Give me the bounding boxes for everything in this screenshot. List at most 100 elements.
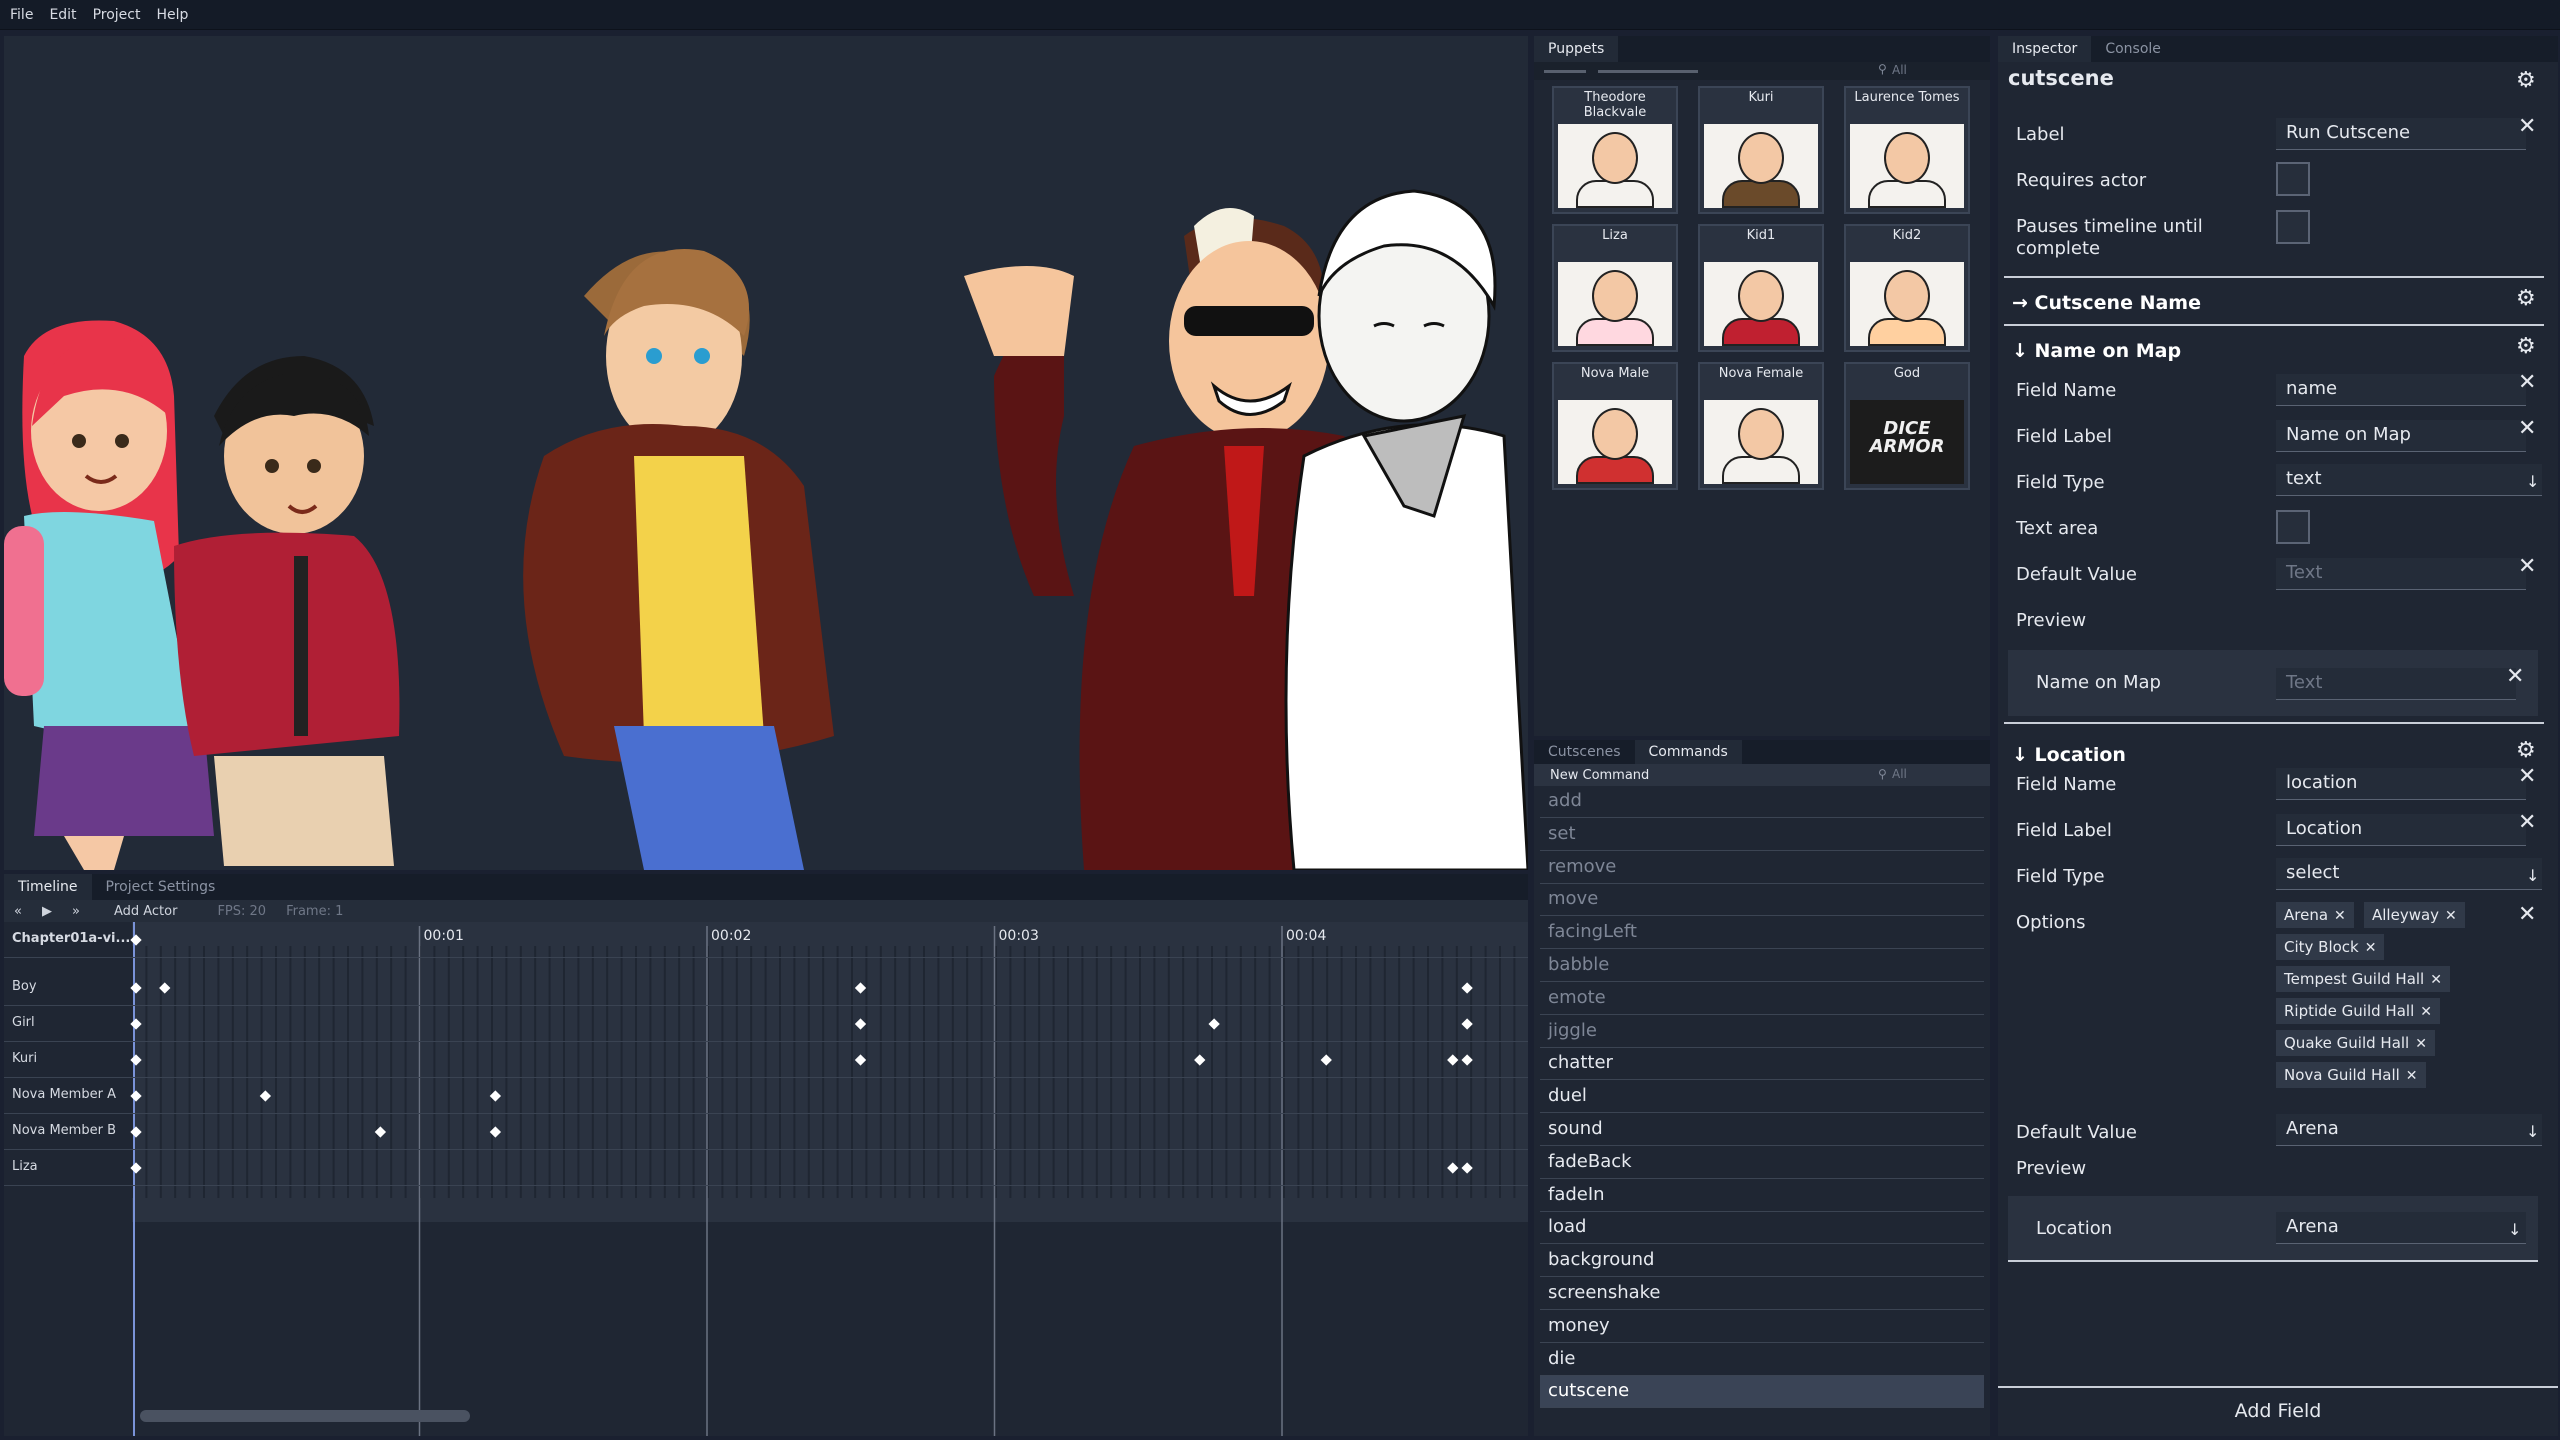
command-item[interactable]: jiggle — [1540, 1016, 1984, 1048]
remove-option-icon[interactable]: ✕ — [2420, 1004, 2432, 1020]
command-item[interactable]: duel — [1540, 1081, 1984, 1114]
puppet-search-input[interactable]: All — [1892, 63, 1907, 77]
location-section[interactable]: ↓ Location ⚙ — [2004, 722, 2544, 768]
command-item[interactable]: sound — [1540, 1114, 1984, 1146]
command-item[interactable]: money — [1540, 1311, 1984, 1343]
location-default-select[interactable]: Arena — [2276, 1114, 2542, 1146]
remove-option-icon[interactable]: ✕ — [2406, 1068, 2418, 1084]
gear-icon[interactable]: ⚙ — [2516, 738, 2536, 763]
tab-cutscenes[interactable]: Cutscenes — [1534, 740, 1635, 764]
puppet-card[interactable]: Nova Male — [1552, 362, 1678, 490]
zoom-slider-track[interactable] — [1544, 70, 1586, 73]
menu-help[interactable]: Help — [156, 7, 188, 23]
timeline-row[interactable]: Chapter01a-vi... — [4, 922, 1528, 958]
command-item[interactable]: cutscene — [1540, 1376, 1984, 1409]
tab-timeline[interactable]: Timeline — [4, 874, 92, 900]
pauses-timeline-checkbox[interactable] — [2276, 210, 2310, 244]
tab-project-settings[interactable]: Project Settings — [92, 874, 230, 900]
option-chip[interactable]: Quake Guild Hall ✕ — [2276, 1030, 2435, 1056]
tab-commands[interactable]: Commands — [1634, 740, 1742, 764]
timeline-grid[interactable]: 00:01 00:02 00:03 00:04 Chapter01a-vi... Boy… — [4, 922, 1528, 1436]
command-item[interactable]: die — [1540, 1344, 1984, 1376]
timeline-row[interactable]: Kuri — [4, 1042, 1528, 1078]
remove-option-icon[interactable]: ✕ — [2334, 908, 2346, 924]
option-chip[interactable]: Nova Guild Hall ✕ — [2276, 1062, 2426, 1088]
timeline-row[interactable]: Nova Member A — [4, 1078, 1528, 1114]
option-chip[interactable]: City Block ✕ — [2276, 934, 2385, 960]
location-preview-select[interactable]: Arena — [2276, 1212, 2526, 1244]
command-item[interactable]: load — [1540, 1212, 1984, 1245]
menu-project[interactable]: Project — [93, 7, 141, 23]
puppet-card[interactable]: Kuri — [1698, 86, 1824, 214]
field-label-input[interactable]: Name on Map — [2276, 420, 2526, 452]
gear-icon[interactable]: ⚙ — [2516, 68, 2536, 93]
option-chip[interactable]: Tempest Guild Hall ✕ — [2276, 966, 2450, 992]
forward-button[interactable]: » — [62, 904, 90, 919]
clear-default-value-icon[interactable]: ✕ — [2518, 554, 2536, 579]
location-field-label-input[interactable]: Location — [2276, 814, 2526, 846]
command-item[interactable]: move — [1540, 884, 1984, 917]
stage-viewport[interactable] — [4, 36, 1528, 870]
size-slider-track[interactable] — [1598, 70, 1698, 73]
command-item[interactable]: screenshake — [1540, 1278, 1984, 1310]
cutscene-name-section[interactable]: → Cutscene Name ⚙ — [2004, 276, 2544, 322]
clear-label-icon[interactable]: ✕ — [2518, 114, 2536, 139]
puppet-card[interactable]: Liza — [1552, 224, 1678, 352]
clear-location-name-icon[interactable]: ✕ — [2518, 764, 2536, 789]
remove-option-icon[interactable]: ✕ — [2445, 908, 2457, 924]
command-search-input[interactable]: All — [1892, 767, 1907, 781]
menu-file[interactable]: File — [10, 7, 33, 23]
command-item[interactable]: remove — [1540, 852, 1984, 884]
field-type-select[interactable]: text — [2276, 464, 2542, 496]
rewind-button[interactable]: « — [4, 904, 32, 919]
chevron-down-icon[interactable]: ↓ — [2508, 1220, 2521, 1239]
add-actor-button[interactable]: Add Actor — [104, 904, 188, 919]
command-item[interactable]: chatter — [1540, 1048, 1984, 1081]
menu-edit[interactable]: Edit — [49, 7, 76, 23]
puppet-card[interactable]: God DICE ARMOR — [1844, 362, 1970, 490]
gear-icon[interactable]: ⚙ — [2516, 334, 2536, 359]
new-command-button[interactable]: New Command — [1534, 768, 1649, 783]
command-item[interactable]: fadeIn — [1540, 1180, 1984, 1212]
preview-input[interactable]: Text — [2276, 668, 2516, 700]
clear-options-icon[interactable]: ✕ — [2518, 902, 2536, 927]
laurence-character[interactable] — [1284, 189, 1528, 870]
puppet-card[interactable]: Nova Female — [1698, 362, 1824, 490]
clear-preview-icon[interactable]: ✕ — [2506, 664, 2524, 689]
chevron-down-icon[interactable]: ↓ — [2526, 866, 2539, 885]
location-field-type-select[interactable]: select — [2276, 858, 2542, 890]
command-item[interactable]: babble — [1540, 950, 1984, 982]
text-area-checkbox[interactable] — [2276, 510, 2310, 544]
command-item[interactable]: background — [1540, 1245, 1984, 1278]
add-field-button[interactable]: Add Field — [1998, 1386, 2558, 1434]
command-item[interactable]: emote — [1540, 983, 1984, 1015]
command-item[interactable]: set — [1540, 819, 1984, 851]
location-field-name-input[interactable]: location — [2276, 768, 2526, 800]
clear-field-name-icon[interactable]: ✕ — [2518, 370, 2536, 395]
puppet-card[interactable]: Laurence Tomes — [1844, 86, 1970, 214]
command-item[interactable]: add — [1540, 786, 1984, 818]
clear-field-label-icon[interactable]: ✕ — [2518, 416, 2536, 441]
command-item[interactable]: facingLeft — [1540, 917, 1984, 950]
play-button[interactable]: ▶ — [32, 904, 62, 919]
default-value-input[interactable]: Text — [2276, 558, 2526, 590]
label-input[interactable]: Run Cutscene — [2276, 118, 2526, 150]
timeline-row[interactable]: Nova Member B — [4, 1114, 1528, 1150]
name-on-map-section[interactable]: ↓ Name on Map ⚙ — [2004, 324, 2544, 370]
field-name-input[interactable]: name — [2276, 374, 2526, 406]
puppet-card[interactable]: Kid1 — [1698, 224, 1824, 352]
puppet-card[interactable]: Kid2 — [1844, 224, 1970, 352]
timeline-scrollbar[interactable] — [140, 1410, 470, 1422]
puppet-card[interactable]: Theodore Blackvale — [1552, 86, 1678, 214]
tab-puppets[interactable]: Puppets — [1534, 36, 1619, 62]
command-item[interactable]: fadeBack — [1540, 1147, 1984, 1179]
remove-option-icon[interactable]: ✕ — [2415, 1036, 2427, 1052]
chevron-down-icon[interactable]: ↓ — [2526, 472, 2539, 491]
timeline-row[interactable]: Girl — [4, 1006, 1528, 1042]
kuri-character[interactable] — [523, 249, 834, 870]
option-chip[interactable]: Arena ✕ — [2276, 902, 2354, 928]
gear-icon[interactable]: ⚙ — [2516, 286, 2536, 311]
remove-option-icon[interactable]: ✕ — [2430, 972, 2442, 988]
clear-location-label-icon[interactable]: ✕ — [2518, 810, 2536, 835]
tab-inspector[interactable]: Inspector — [1998, 36, 2092, 62]
